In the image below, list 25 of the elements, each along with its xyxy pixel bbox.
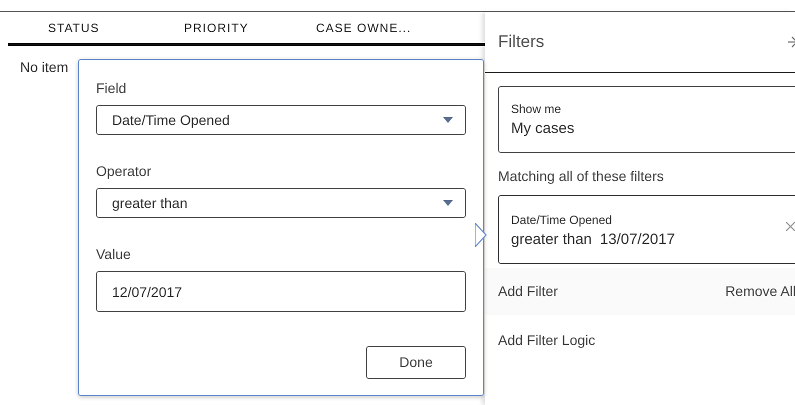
section-label: Matching all of these filters [497, 166, 665, 186]
remove-all-link[interactable]: Remove All [725, 281, 795, 302]
filter-value: 13/07/2017 [600, 230, 675, 250]
column-header[interactable]: STATUS [48, 18, 184, 36]
show-me-selector[interactable]: Show me My cases [498, 86, 795, 152]
arrow-icon[interactable] [788, 36, 795, 48]
close-icon[interactable] [786, 222, 795, 232]
empty-message: No item [20, 58, 68, 77]
caret-icon [443, 200, 453, 206]
field-label: Operator [96, 162, 152, 181]
caret-icon [443, 117, 453, 123]
add-filter-link[interactable]: Add Filter [498, 281, 558, 302]
dropdown-field[interactable]: Date/Time Opened [96, 105, 466, 135]
column-header[interactable]: PRIORITY [184, 18, 316, 36]
field-label: Field [96, 79, 128, 98]
filter-field-name: Date/Time Opened [511, 212, 613, 228]
filter-card[interactable]: Date/Time Opened greater than 13/07/2017 [498, 194, 795, 264]
field-label: Value [96, 245, 132, 264]
input-field[interactable]: 12/07/2017 [96, 271, 466, 312]
add-filter-logic-link[interactable]: Add Filter Logic [498, 330, 596, 351]
column-header[interactable]: CASE OWNE... [316, 18, 466, 36]
done-button[interactable]: Done [366, 346, 466, 379]
dropdown-field[interactable]: greater than [96, 188, 466, 218]
filter-operator: greater than [511, 230, 592, 250]
panel-title: Filters [498, 31, 544, 54]
